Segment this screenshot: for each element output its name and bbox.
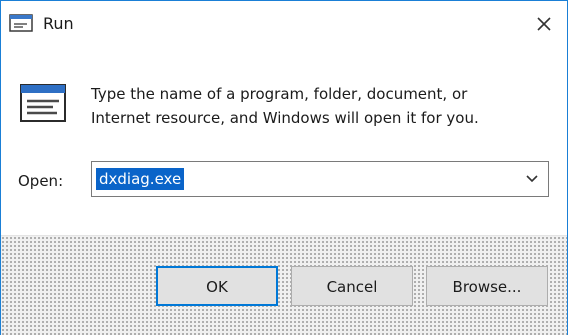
- ok-button[interactable]: OK: [156, 266, 278, 306]
- cancel-button[interactable]: Cancel: [291, 266, 413, 306]
- open-label: Open:: [18, 172, 64, 190]
- description-text: Type the name of a program, folder, docu…: [91, 85, 479, 127]
- run-app-icon: [9, 14, 33, 32]
- dropdown-button[interactable]: [518, 164, 546, 194]
- browse-button[interactable]: Browse...: [426, 266, 548, 306]
- open-input-value[interactable]: dxdiag.exe: [96, 168, 185, 190]
- chevron-down-icon: [526, 175, 538, 183]
- open-combobox[interactable]: dxdiag.exe: [91, 161, 549, 197]
- close-button[interactable]: [521, 1, 567, 47]
- window-title: Run: [43, 14, 74, 33]
- close-icon: [537, 17, 551, 31]
- title-bar[interactable]: Run: [1, 1, 567, 47]
- run-icon: [20, 84, 66, 122]
- button-bar: OK Cancel Browse...: [1, 235, 567, 335]
- run-dialog: Run Type the name of a program, folder, …: [0, 0, 568, 335]
